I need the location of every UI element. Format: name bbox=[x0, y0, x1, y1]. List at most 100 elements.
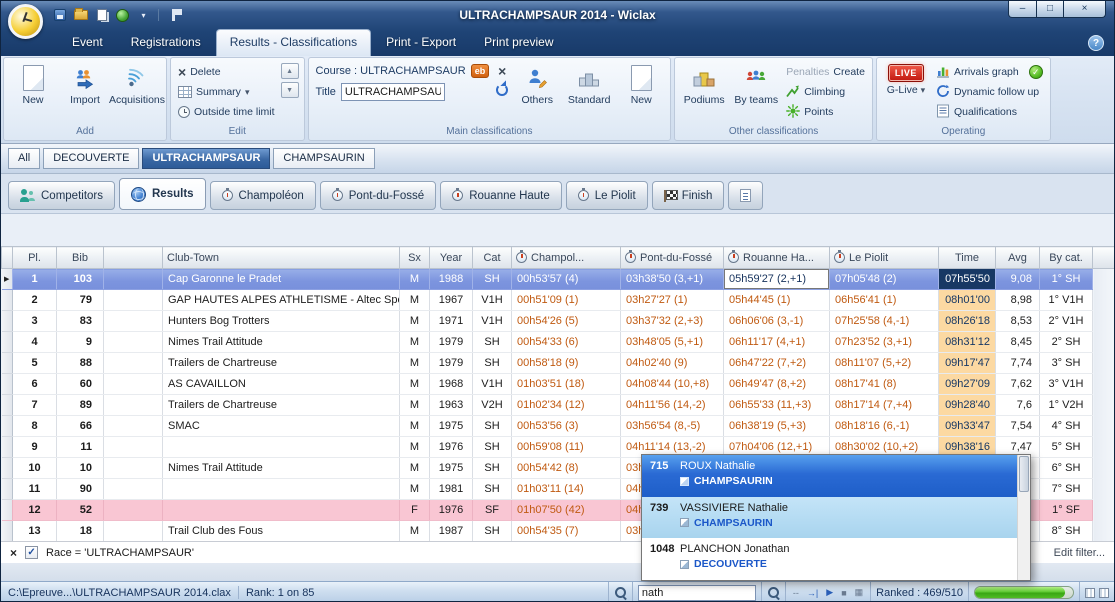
cell[interactable]: V1H bbox=[473, 311, 512, 332]
cell[interactable]: M bbox=[400, 458, 430, 479]
cell[interactable]: 08h26'18 bbox=[939, 311, 996, 332]
view-tab[interactable]: Finish bbox=[652, 181, 725, 210]
cell[interactable]: V1H bbox=[473, 374, 512, 395]
cell[interactable]: 7,62 bbox=[996, 374, 1040, 395]
cell[interactable]: 11 bbox=[57, 437, 104, 458]
cell[interactable]: 07h05'48 (2) bbox=[830, 269, 939, 290]
search-button[interactable] bbox=[761, 582, 785, 602]
open-folder-icon[interactable] bbox=[72, 7, 89, 23]
view-tab[interactable]: Champoléon bbox=[210, 181, 316, 210]
cell[interactable]: SH bbox=[473, 479, 512, 500]
pin-icon[interactable] bbox=[165, 7, 182, 23]
cell[interactable]: Trail Club des Fous bbox=[163, 521, 400, 542]
cell[interactable]: 1° V2H bbox=[1040, 395, 1093, 416]
cell[interactable]: M bbox=[400, 269, 430, 290]
cell[interactable]: Hunters Bog Trotters bbox=[163, 311, 400, 332]
cell[interactable]: 89 bbox=[57, 395, 104, 416]
cell[interactable]: 4 bbox=[13, 332, 57, 353]
cell[interactable]: Cap Garonne le Pradet bbox=[163, 269, 400, 290]
cell[interactable] bbox=[104, 269, 163, 290]
ribbon-tab[interactable]: Registrations bbox=[118, 30, 214, 56]
cell[interactable]: SH bbox=[473, 269, 512, 290]
row-selector[interactable] bbox=[2, 521, 13, 542]
popup-scrollbar-thumb[interactable] bbox=[1019, 456, 1029, 492]
cell[interactable]: 1976 bbox=[430, 500, 473, 521]
close-button[interactable]: × bbox=[1064, 1, 1106, 18]
column-header[interactable]: Champol... bbox=[512, 247, 621, 269]
cell[interactable]: 10 bbox=[13, 458, 57, 479]
column-header[interactable]: Club-Town bbox=[163, 247, 400, 269]
qat-dropdown-icon[interactable]: ▾ bbox=[135, 7, 152, 23]
nav-stop-icon[interactable]: ■ bbox=[839, 588, 848, 598]
cell[interactable]: 1971 bbox=[430, 311, 473, 332]
column-header[interactable]: Pont-du-Fossé bbox=[621, 247, 724, 269]
cell[interactable]: 03h27'27 (1) bbox=[621, 290, 724, 311]
table-row[interactable]: 383Hunters Bog TrottersM1971V1H00h54'26 … bbox=[2, 311, 1115, 332]
table-row[interactable]: ▶1103Cap Garonne le PradetM1988SH00h53'5… bbox=[2, 269, 1115, 290]
cell[interactable]: 05h59'27 (2,+1) bbox=[724, 269, 830, 290]
race-tab[interactable]: All bbox=[8, 148, 40, 169]
cell[interactable]: 03h37'32 (2,+3) bbox=[621, 311, 724, 332]
refresh-icon[interactable] bbox=[496, 84, 508, 96]
cell[interactable]: 08h17'41 (8) bbox=[830, 374, 939, 395]
race-tab[interactable]: ULTRACHAMPSAUR bbox=[142, 148, 270, 169]
cell[interactable]: 03h38'50 (3,+1) bbox=[621, 269, 724, 290]
cell[interactable]: 60 bbox=[57, 374, 104, 395]
cell[interactable]: F bbox=[400, 500, 430, 521]
cell[interactable]: SH bbox=[473, 521, 512, 542]
cell[interactable]: 2 bbox=[13, 290, 57, 311]
column-header[interactable]: Cat bbox=[473, 247, 512, 269]
cell[interactable] bbox=[104, 395, 163, 416]
cell[interactable]: 00h54'35 (7) bbox=[512, 521, 621, 542]
cell[interactable]: 09h28'40 bbox=[939, 395, 996, 416]
cell[interactable]: M bbox=[400, 479, 430, 500]
column-header[interactable]: Year bbox=[430, 247, 473, 269]
cell[interactable]: M bbox=[400, 395, 430, 416]
cell[interactable]: 8,45 bbox=[996, 332, 1040, 353]
acquisitions-button[interactable]: Acquisitions bbox=[111, 60, 163, 126]
layout-list-icon[interactable] bbox=[1099, 588, 1109, 598]
cell[interactable]: 1981 bbox=[430, 479, 473, 500]
cell[interactable]: 83 bbox=[57, 311, 104, 332]
cell[interactable]: M bbox=[400, 290, 430, 311]
cell[interactable]: 7 bbox=[13, 395, 57, 416]
cell[interactable]: 8° SH bbox=[1040, 521, 1093, 542]
cell[interactable] bbox=[104, 416, 163, 437]
popup-entry[interactable]: 1048PLANCHON JonathanDECOUVERTE bbox=[642, 538, 1017, 580]
move-up-button[interactable]: ▲ bbox=[281, 63, 299, 79]
cell[interactable]: 06h47'22 (7,+2) bbox=[724, 353, 830, 374]
table-row[interactable]: 588Trailers de ChartreuseM1979SH00h58'18… bbox=[2, 353, 1115, 374]
cell[interactable]: 04h02'40 (9) bbox=[621, 353, 724, 374]
row-selector[interactable] bbox=[2, 500, 13, 521]
climbing-button[interactable]: Climbing bbox=[782, 82, 869, 102]
popup-entry[interactable]: 715ROUX NathalieCHAMPSAURIN bbox=[642, 455, 1017, 497]
cell[interactable]: 6° SH bbox=[1040, 458, 1093, 479]
cell[interactable]: 1988 bbox=[430, 269, 473, 290]
new-classification-button[interactable]: New bbox=[615, 60, 667, 126]
cell[interactable] bbox=[104, 500, 163, 521]
cell[interactable]: M bbox=[400, 374, 430, 395]
g-live-button[interactable]: LIVE G-Live ▾ bbox=[880, 60, 932, 126]
cell[interactable]: 06h49'47 (8,+2) bbox=[724, 374, 830, 395]
cell[interactable]: 9 bbox=[13, 437, 57, 458]
move-down-button[interactable]: ▼ bbox=[281, 82, 299, 98]
qualifications-button[interactable]: Qualifications bbox=[932, 102, 1047, 122]
table-row[interactable]: 279GAP HAUTES ALPES ATHLETISME - Altec S… bbox=[2, 290, 1115, 311]
podiums-button[interactable]: Podiums bbox=[678, 60, 730, 126]
nav-play-icon[interactable]: ▶ bbox=[824, 587, 835, 598]
cell[interactable]: 01h02'34 (12) bbox=[512, 395, 621, 416]
cell[interactable]: 18 bbox=[57, 521, 104, 542]
points-button[interactable]: Points bbox=[782, 102, 869, 122]
table-row[interactable]: 49Nimes Trail AttitudeM1979SH00h54'33 (6… bbox=[2, 332, 1115, 353]
cell[interactable]: 06h11'17 (4,+1) bbox=[724, 332, 830, 353]
row-selector[interactable] bbox=[2, 479, 13, 500]
popup-scrollbar[interactable] bbox=[1017, 455, 1030, 580]
cell[interactable]: 03h48'05 (5,+1) bbox=[621, 332, 724, 353]
cell[interactable]: 12 bbox=[13, 500, 57, 521]
cell[interactable] bbox=[163, 500, 400, 521]
cell[interactable]: 1975 bbox=[430, 458, 473, 479]
cell[interactable]: 04h11'56 (14,-2) bbox=[621, 395, 724, 416]
others-button[interactable]: Others bbox=[511, 60, 563, 126]
cell[interactable]: 52 bbox=[57, 500, 104, 521]
cell[interactable]: 00h59'08 (11) bbox=[512, 437, 621, 458]
